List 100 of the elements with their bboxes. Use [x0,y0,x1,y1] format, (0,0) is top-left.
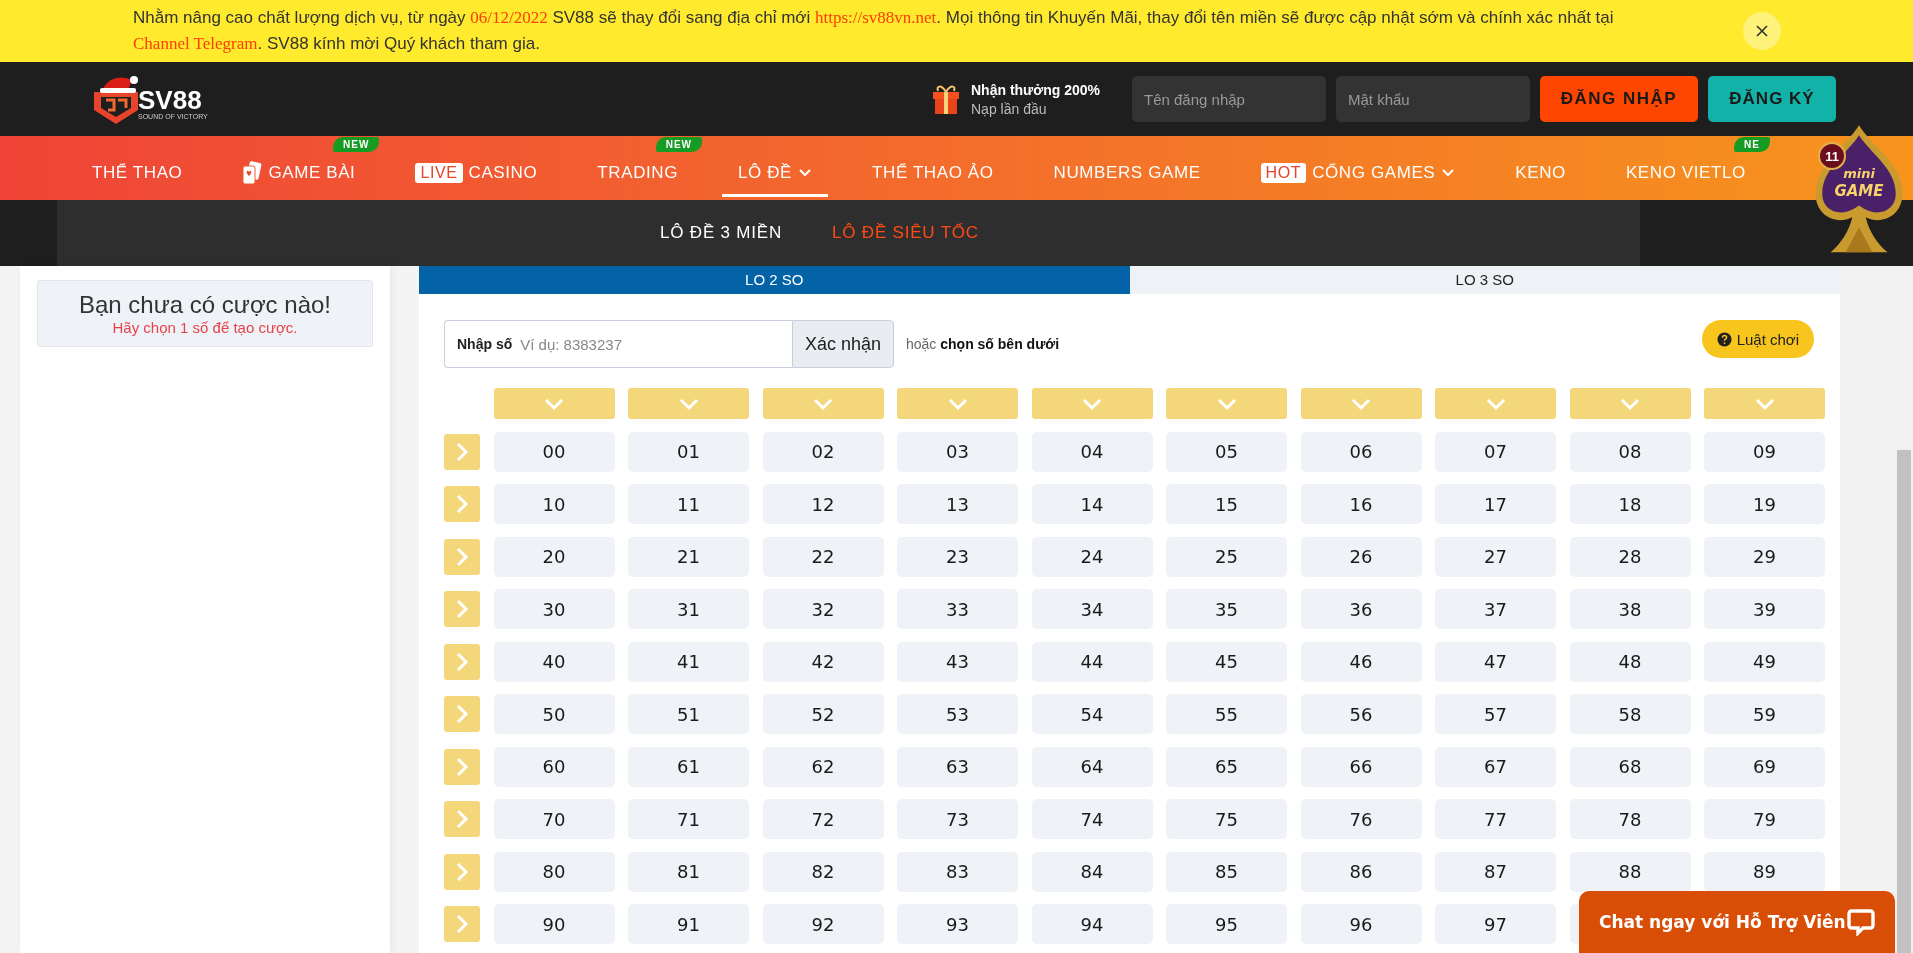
number-cell[interactable]: 61 [628,746,749,787]
number-cell[interactable]: 18 [1569,484,1691,524]
number-cell[interactable]: 67 [1435,746,1556,787]
number-cell[interactable]: 25 [1166,536,1287,577]
close-button[interactable] [1743,12,1781,50]
number-cell[interactable]: 74 [1031,799,1153,839]
number-cell[interactable]: 46 [1300,641,1422,682]
number-cell[interactable]: 58 [1569,694,1691,734]
number-cell[interactable]: 12 [762,484,884,524]
row-select-button[interactable] [444,801,480,837]
number-cell[interactable]: 55 [1166,694,1287,734]
number-cell[interactable]: 92 [762,904,884,944]
number-cell[interactable]: 33 [897,589,1018,629]
number-cell[interactable]: 37 [1435,589,1556,629]
number-cell[interactable]: 72 [762,799,884,839]
row-select-button[interactable] [444,853,480,890]
column-select-button[interactable] [628,388,749,419]
number-field[interactable]: Ví dụ: 8383237 [512,320,792,368]
number-cell[interactable]: 43 [897,641,1018,682]
row-select-button[interactable] [444,696,480,732]
password-field[interactable]: Mật khẩu [1336,76,1530,122]
row-select-button[interactable] [444,643,480,680]
number-cell[interactable]: 50 [493,694,615,734]
number-cell[interactable]: 30 [493,589,615,629]
number-cell[interactable]: 32 [762,589,884,629]
number-cell[interactable]: 47 [1435,641,1556,682]
number-cell[interactable]: 00 [493,431,615,472]
number-cell[interactable]: 75 [1166,799,1287,839]
number-cell[interactable]: 82 [762,851,884,892]
number-cell[interactable]: 04 [1031,431,1153,472]
number-cell[interactable]: 29 [1704,536,1825,577]
column-select-button[interactable] [493,388,615,419]
number-cell[interactable]: 79 [1704,799,1825,839]
number-cell[interactable]: 20 [493,536,615,577]
number-cell[interactable]: 16 [1300,484,1422,524]
number-cell[interactable]: 01 [628,431,749,472]
number-cell[interactable]: 15 [1166,484,1287,524]
column-select-button[interactable] [1300,388,1422,419]
row-select-button[interactable] [444,591,480,627]
number-cell[interactable]: 71 [628,799,749,839]
number-cell[interactable]: 36 [1300,589,1422,629]
username-field[interactable]: Tên đăng nhập [1132,76,1326,122]
number-cell[interactable]: 13 [897,484,1018,524]
number-cell[interactable]: 49 [1704,641,1825,682]
column-select-button[interactable] [1569,388,1691,419]
submenu-item[interactable]: LÔ ĐỀ SIÊU TỐC [832,223,979,243]
number-cell[interactable]: 40 [493,641,615,682]
number-cell[interactable]: 35 [1166,589,1287,629]
row-select-button[interactable] [444,906,480,942]
number-cell[interactable]: 87 [1435,851,1556,892]
number-cell[interactable]: 84 [1031,851,1153,892]
number-cell[interactable]: 57 [1435,694,1556,734]
number-cell[interactable]: 89 [1704,851,1825,892]
number-cell[interactable]: 05 [1166,431,1287,472]
nav-item[interactable]: THỂ THAO [76,152,199,197]
number-cell[interactable]: 10 [493,484,615,524]
submenu-item[interactable]: LÔ ĐỀ 3 MIỀN [660,223,783,243]
number-cell[interactable]: 96 [1300,904,1422,944]
row-select-button[interactable] [444,748,480,785]
number-cell[interactable]: 51 [628,694,749,734]
number-cell[interactable]: 45 [1166,641,1287,682]
number-cell[interactable]: 08 [1569,431,1691,472]
tab[interactable]: LO 2 SO [419,266,1130,294]
number-cell[interactable]: 17 [1435,484,1556,524]
column-select-button[interactable] [1435,388,1556,419]
number-cell[interactable]: 62 [762,746,884,787]
number-cell[interactable]: 73 [897,799,1018,839]
number-cell[interactable]: 11 [628,484,749,524]
number-cell[interactable]: 94 [1031,904,1153,944]
nav-item[interactable]: LIVE CASINO [399,152,554,197]
number-cell[interactable]: 14 [1031,484,1153,524]
number-cell[interactable]: 93 [897,904,1018,944]
register-button[interactable]: ĐĂNG KÝ [1708,76,1836,122]
number-cell[interactable]: 26 [1300,536,1422,577]
number-cell[interactable]: 59 [1704,694,1825,734]
number-cell[interactable]: 95 [1166,904,1287,944]
rules-button[interactable]: Luật chơi [1701,320,1814,358]
column-select-button[interactable] [1031,388,1153,419]
number-cell[interactable]: 09 [1704,431,1825,472]
number-cell[interactable]: 80 [493,851,615,892]
login-button[interactable]: ĐĂNG NHẬP [1540,76,1698,122]
number-cell[interactable]: 88 [1569,851,1691,892]
number-cell[interactable]: 06 [1300,431,1422,472]
number-cell[interactable]: 21 [628,536,749,577]
number-cell[interactable]: 85 [1166,851,1287,892]
number-cell[interactable]: 34 [1031,589,1153,629]
row-select-button[interactable] [444,433,480,470]
number-cell[interactable]: 69 [1704,746,1825,787]
number-cell[interactable]: 78 [1569,799,1691,839]
number-cell[interactable]: 86 [1300,851,1422,892]
number-cell[interactable]: 90 [493,904,615,944]
column-select-button[interactable] [1704,388,1825,419]
number-cell[interactable]: 54 [1031,694,1153,734]
number-cell[interactable]: 66 [1300,746,1422,787]
number-cell[interactable] [1569,904,1579,944]
number-cell[interactable]: 39 [1704,589,1825,629]
tab[interactable]: LO 3 SO [1129,266,1840,294]
number-cell[interactable]: 53 [897,694,1018,734]
number-cell[interactable]: 60 [493,746,615,787]
number-cell[interactable]: 56 [1300,694,1422,734]
